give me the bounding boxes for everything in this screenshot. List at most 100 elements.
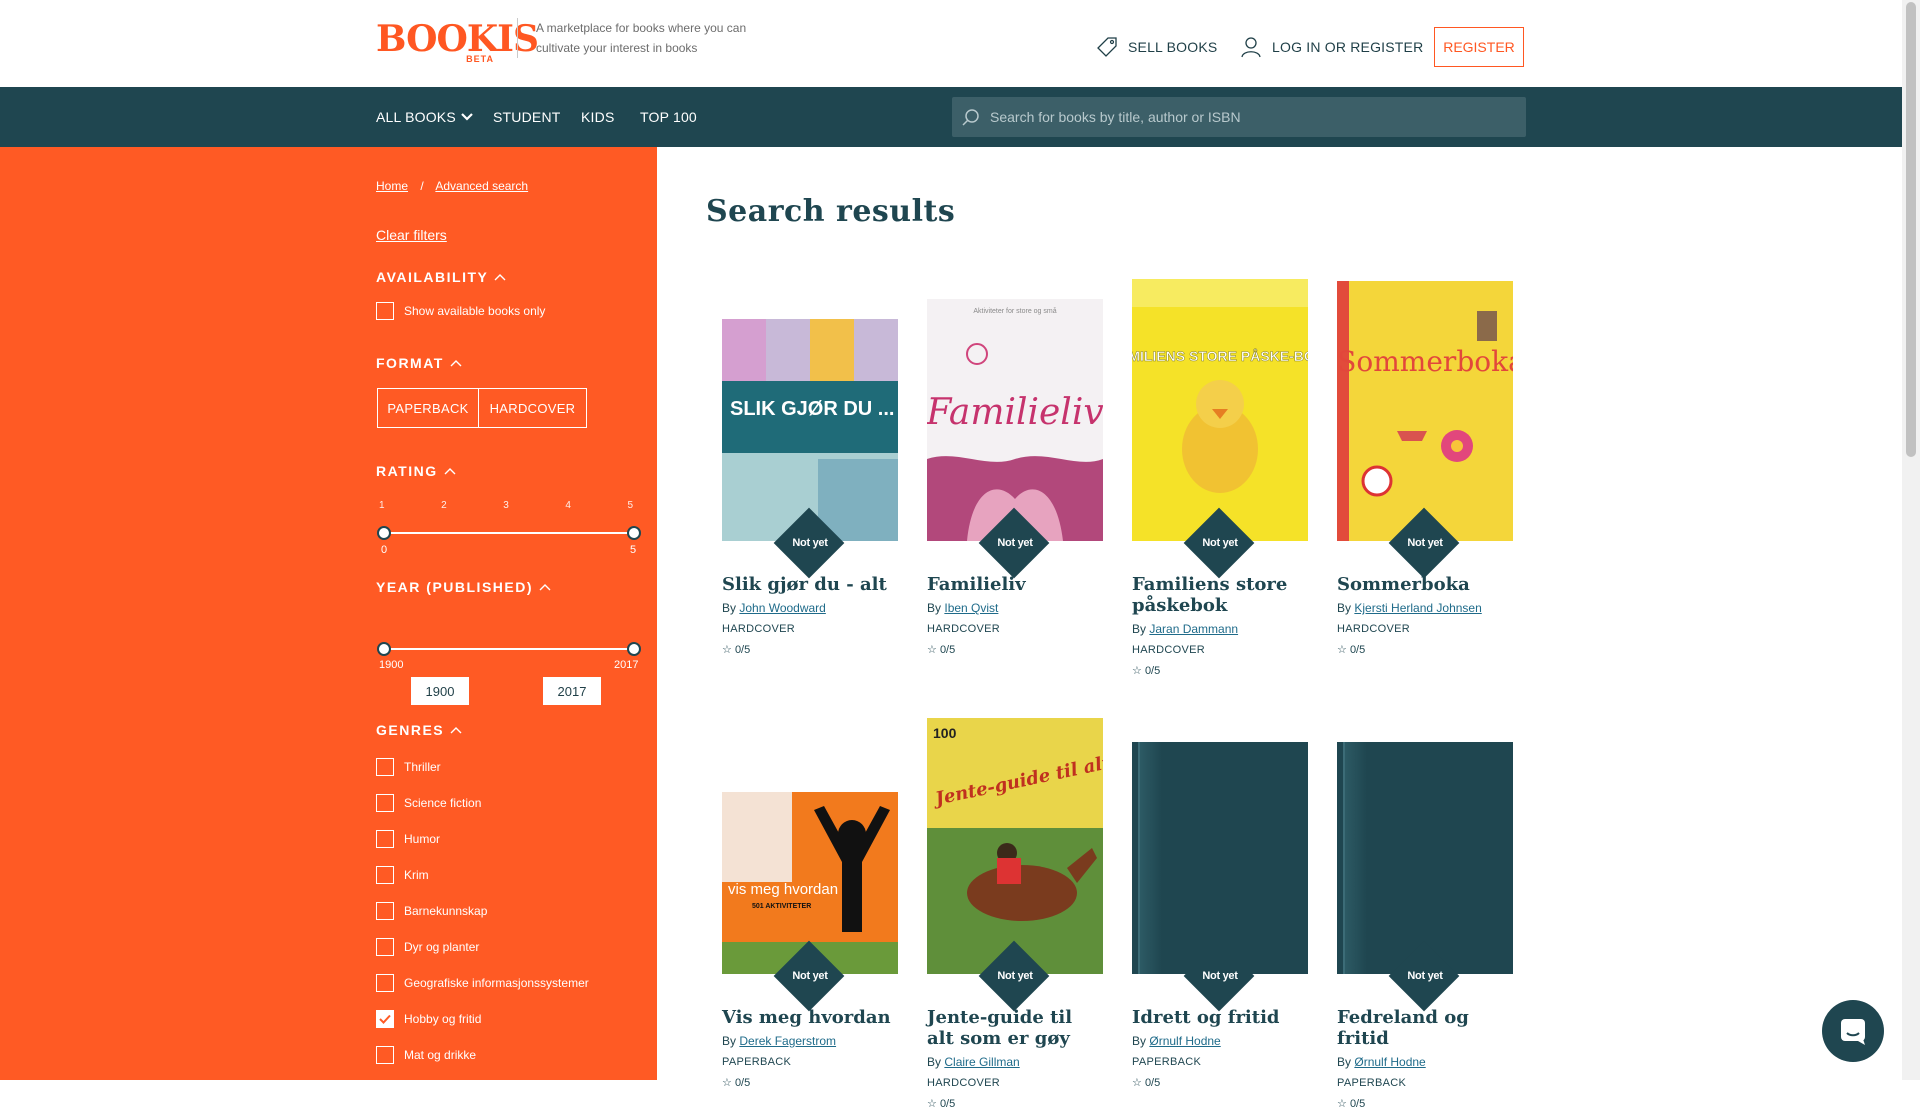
rating-toggle[interactable]: RATING	[376, 463, 456, 479]
by-prefix: By	[1132, 622, 1147, 636]
book-author-link[interactable]: Claire Gillman	[944, 1055, 1019, 1069]
genre-checkbox[interactable]: Hobby og fritid	[376, 1010, 481, 1028]
book-card[interactable]: 100 Jente-guide til alt som er gøy Not y…	[927, 717, 1103, 1110]
book-rating: ☆ 0/5	[927, 643, 1103, 656]
book-card[interactable]: SLIK GJØR DU ... ALT Not yet Slik gjør d…	[722, 284, 898, 656]
book-author-link[interactable]: John Woodward	[739, 601, 826, 615]
book-author-line: By John Woodward	[722, 601, 898, 615]
by-prefix: By	[1337, 601, 1352, 615]
book-rating: ☆ 0/5	[722, 643, 898, 656]
chat-launcher-button[interactable]	[1822, 1000, 1884, 1062]
checkbox-box[interactable]	[376, 794, 394, 812]
cover-subtitle-text: 501 AKTIVITETER	[752, 903, 811, 910]
book-cover-image[interactable]: Sommerboka	[1337, 281, 1513, 546]
book-format: HARDCOVER	[927, 1077, 1000, 1089]
search-input[interactable]	[980, 108, 1526, 126]
book-cover-wrap[interactable]: Aktiviteter for store og små Familieliv …	[927, 284, 1103, 579]
bookis-logo[interactable]: BOOKIS BETA	[376, 18, 539, 64]
checkbox-box[interactable]	[376, 758, 394, 776]
genre-checkbox[interactable]: Mat og drikke	[376, 1046, 476, 1064]
login-register-link[interactable]: LOG IN OR REGISTER	[1240, 36, 1423, 58]
main-nav: ALL BOOKS STUDENT KIDS TOP 100	[0, 87, 1902, 147]
genre-checkbox[interactable]: Thriller	[376, 758, 441, 776]
available-only-checkbox[interactable]: Show available books only	[376, 302, 545, 320]
book-cover-wrap[interactable]: FAMILIENS STORE PÅSKE-BOK! Not yet	[1132, 279, 1308, 579]
year-min-handle[interactable]	[377, 642, 391, 656]
book-card[interactable]: FAMILIENS STORE PÅSKE-BOK! Not yet Famil…	[1132, 279, 1308, 677]
book-cover-wrap[interactable]: Not yet	[1132, 717, 1308, 1012]
format-hardcover-button[interactable]: HARDCOVER	[479, 388, 587, 428]
book-author-link[interactable]: Derek Fagerstrom	[739, 1034, 836, 1048]
by-prefix: By	[927, 601, 942, 615]
year-to-input[interactable]: 2017	[543, 677, 601, 705]
book-card[interactable]: Sommerboka Not yet Sommerboka By Kjersti…	[1337, 281, 1513, 656]
scrollbar-thumb[interactable]	[1906, 2, 1916, 457]
book-rating: ☆ 0/5	[1132, 664, 1308, 677]
checkbox-box[interactable]	[376, 974, 394, 992]
by-prefix: By	[1337, 1055, 1352, 1069]
cover-subtitle-text: Aktiviteter for store og små	[973, 307, 1056, 315]
book-card[interactable]: Aktiviteter for store og små Familieliv …	[927, 284, 1103, 656]
checkbox-box[interactable]	[376, 866, 394, 884]
genre-checkbox[interactable]: Geografiske informasjonssystemer	[376, 974, 589, 992]
genres-toggle[interactable]: GENRES	[376, 722, 462, 738]
book-author-link[interactable]: Ørnulf Hodne	[1354, 1055, 1425, 1069]
book-card[interactable]: Not yet Idrett og fritid By Ørnulf Hodne…	[1132, 717, 1308, 1089]
format-paperback-button[interactable]: PAPERBACK	[377, 388, 479, 428]
book-cover-image[interactable]: 100 Jente-guide til alt som er gøy	[927, 718, 1103, 979]
book-rating-value: 0/5	[1349, 644, 1366, 656]
year-max-handle[interactable]	[627, 642, 641, 656]
book-author-link[interactable]: Iben Qvist	[944, 601, 998, 615]
format-toggle[interactable]: FORMAT	[376, 355, 462, 371]
availability-toggle[interactable]: AVAILABILITY	[376, 269, 506, 285]
genre-checkbox[interactable]: Krim	[376, 866, 429, 884]
genre-checkbox[interactable]: Humor	[376, 830, 440, 848]
genre-checkbox[interactable]: Dyr og planter	[376, 938, 479, 956]
year-from-input[interactable]: 1900	[411, 677, 469, 705]
book-format: PAPERBACK	[722, 1056, 792, 1068]
genre-checkbox[interactable]: Science fiction	[376, 794, 481, 812]
checkbox-box[interactable]	[376, 302, 394, 320]
sell-books-link[interactable]: SELL BOOKS	[1096, 36, 1217, 58]
checkbox-box[interactable]	[376, 938, 394, 956]
book-author-link[interactable]: Jaran Dammann	[1149, 622, 1238, 636]
chevron-down-icon	[461, 113, 473, 121]
nav-kids[interactable]: KIDS	[581, 109, 614, 125]
breadcrumb-home[interactable]: Home	[376, 179, 408, 193]
rating-slider-track[interactable]	[384, 532, 634, 534]
page-scrollbar[interactable]	[1902, 0, 1920, 1080]
rating-tick: 2	[441, 500, 447, 511]
book-author-link[interactable]: Ørnulf Hodne	[1149, 1034, 1220, 1048]
year-toggle[interactable]: YEAR (PUBLISHED)	[376, 579, 551, 595]
book-title[interactable]: Fedreland og fritid	[1337, 1007, 1513, 1049]
rating-max-handle[interactable]	[627, 526, 641, 540]
book-cover-wrap[interactable]: 100 Jente-guide til alt som er gøy Not y…	[927, 717, 1103, 1012]
checkbox-checked[interactable]	[376, 1010, 394, 1028]
chevron-up-icon	[539, 584, 551, 591]
book-cover-wrap[interactable]: Not yet	[1337, 717, 1513, 1012]
book-cover-wrap[interactable]: vis meg hvordan 501 AKTIVITETER Not yet	[722, 717, 898, 1012]
nav-top-100[interactable]: TOP 100	[640, 109, 697, 125]
register-button[interactable]: REGISTER	[1434, 27, 1524, 67]
book-title[interactable]: Jente-guide til alt som er gøy	[927, 1007, 1103, 1049]
book-author-link[interactable]: Kjersti Herland Johnsen	[1354, 601, 1481, 615]
clear-filters-link[interactable]: Clear filters	[376, 227, 447, 243]
genre-checkbox[interactable]: Barnekunnskap	[376, 902, 487, 920]
nav-all-books[interactable]: ALL BOOKS	[376, 109, 474, 125]
checkbox-box[interactable]	[376, 1046, 394, 1064]
book-card[interactable]: Not yet Fedreland og fritid By Ørnulf Ho…	[1337, 717, 1513, 1110]
checkbox-box[interactable]	[376, 830, 394, 848]
book-cover-image[interactable]: FAMILIENS STORE PÅSKE-BOK!	[1132, 279, 1308, 546]
breadcrumb-advanced-search[interactable]: Advanced search	[435, 179, 528, 193]
book-cover-wrap[interactable]: Sommerboka Not yet	[1337, 281, 1513, 579]
rating-min-handle[interactable]	[377, 526, 391, 540]
book-card[interactable]: vis meg hvordan 501 AKTIVITETER Not yet …	[722, 717, 898, 1089]
availability-badge-label: Not yet	[792, 537, 828, 549]
star-icon: ☆	[1132, 1077, 1142, 1089]
nav-student[interactable]: STUDENT	[493, 109, 561, 125]
checkbox-box[interactable]	[376, 902, 394, 920]
available-only-label: Show available books only	[404, 304, 546, 318]
year-slider-track[interactable]	[384, 648, 634, 650]
book-title[interactable]: Familiens store påskebok	[1132, 574, 1308, 616]
book-cover-wrap[interactable]: SLIK GJØR DU ... ALT Not yet	[722, 284, 898, 579]
